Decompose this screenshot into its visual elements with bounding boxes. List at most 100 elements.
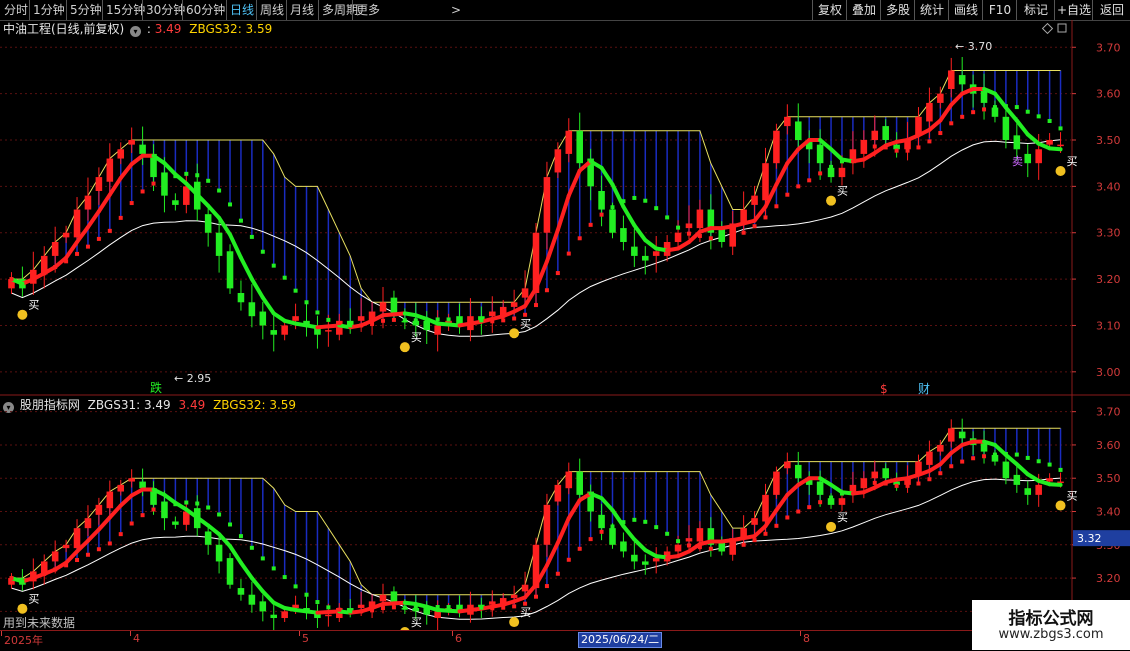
main-signal-dot bbox=[490, 319, 495, 324]
date-label-0: 2025年 bbox=[4, 634, 43, 647]
sub-signal-dot bbox=[927, 477, 932, 482]
main-signal-dot bbox=[905, 148, 910, 153]
main-axis-tick-label: 3.40 bbox=[1096, 180, 1121, 193]
main-signal-dot bbox=[938, 131, 943, 136]
main-signal-dot bbox=[818, 171, 823, 176]
sub-signal-dot bbox=[457, 605, 462, 610]
main-signal-dot bbox=[31, 277, 36, 282]
main-candle-body bbox=[609, 209, 616, 233]
main-signal-dot bbox=[468, 317, 473, 322]
main-signal-dot bbox=[96, 236, 101, 241]
main-signal-dot bbox=[260, 249, 265, 254]
sub-candle-body bbox=[937, 444, 944, 452]
main-ma5-segment bbox=[96, 192, 112, 214]
main-ma5-segment bbox=[260, 295, 276, 316]
main-candle-body bbox=[1024, 153, 1032, 164]
sub-signal-dot bbox=[850, 487, 855, 492]
main-signal-dot bbox=[446, 317, 451, 322]
sub-candle-body bbox=[652, 558, 660, 562]
sub-buy-marker: 买 bbox=[837, 511, 848, 524]
date-tick bbox=[800, 631, 801, 636]
main-coin-icon bbox=[826, 195, 837, 206]
main-candle-body bbox=[1013, 135, 1021, 150]
main-candle-body bbox=[62, 232, 70, 238]
main-signal-dot bbox=[151, 181, 156, 186]
main-signal-dot bbox=[949, 121, 954, 126]
main-candle-body bbox=[434, 325, 441, 335]
date-label-1: 4 bbox=[133, 632, 140, 645]
sub-candle-body bbox=[816, 481, 824, 495]
sub-signal-dot bbox=[271, 566, 276, 571]
sub-candle-body bbox=[226, 558, 234, 585]
main-signal-dot bbox=[9, 277, 14, 282]
sub-candle-body bbox=[357, 604, 365, 609]
sub-candle-body bbox=[642, 561, 649, 565]
sub-candle-body bbox=[106, 491, 114, 509]
sub-signal-dot bbox=[304, 592, 309, 597]
main-candle-body bbox=[642, 255, 649, 261]
sub-signal-dot bbox=[949, 464, 954, 469]
sub-signal-dot bbox=[839, 491, 844, 496]
future-data-note: 用到未来数据 bbox=[3, 616, 76, 630]
sub-candle-body bbox=[609, 528, 616, 545]
kline-chart[interactable]: 3.703.603.503.403.303.203.103.00买买买买买3.7… bbox=[0, 0, 1130, 650]
sub-signal-dot bbox=[741, 542, 746, 547]
sub-axis-tick-label: 3.20 bbox=[1096, 572, 1121, 585]
main-signal-dot bbox=[370, 322, 375, 327]
main-ma5-segment bbox=[938, 102, 954, 123]
main-candle-body bbox=[860, 140, 868, 154]
main-axis-tick-label: 3.10 bbox=[1096, 319, 1121, 332]
sub-signal-dot bbox=[42, 571, 47, 576]
main-signal-dot bbox=[228, 202, 233, 207]
main-candle-body bbox=[751, 195, 758, 205]
sub-candle-body bbox=[281, 611, 288, 619]
sub-axis-tick-label: 3.40 bbox=[1096, 506, 1121, 519]
main-ma5-segment bbox=[785, 147, 801, 166]
main-signal-dot bbox=[249, 234, 254, 239]
sub-candle-body bbox=[237, 588, 245, 595]
main-signal-dot bbox=[829, 164, 834, 169]
sub-candle-body bbox=[259, 601, 267, 612]
sub-signal-dot bbox=[85, 552, 90, 557]
sub-ma5-segment bbox=[949, 442, 965, 455]
main-candle-body bbox=[926, 102, 933, 122]
main-candle-body bbox=[1057, 144, 1064, 147]
sub-candle-body bbox=[139, 481, 146, 489]
main-signal-dot bbox=[424, 317, 429, 322]
main-candle-body bbox=[838, 167, 846, 178]
sub-signal-dot bbox=[370, 608, 375, 613]
main-signal-dot bbox=[162, 176, 167, 181]
main-ma5-segment bbox=[774, 161, 790, 187]
main-ma5-segment bbox=[1014, 118, 1030, 137]
sub-candle-body bbox=[95, 504, 103, 515]
sub-candle-body bbox=[215, 544, 223, 562]
main-signal-dot bbox=[282, 275, 287, 280]
main-signal-dot bbox=[118, 215, 123, 220]
sub-candle-body bbox=[762, 494, 769, 522]
main-candle-body bbox=[565, 130, 573, 154]
main-signal-dot bbox=[1036, 114, 1041, 119]
sub-signal-dot bbox=[697, 545, 702, 550]
main-signal-dot bbox=[391, 317, 396, 322]
sub-signal-dot bbox=[872, 480, 877, 485]
main-signal-dot bbox=[676, 225, 681, 230]
sub-signal-dot bbox=[468, 605, 473, 610]
main-signal-dot bbox=[1058, 126, 1063, 131]
main-candle-body bbox=[947, 70, 955, 89]
sub-ma5-segment bbox=[566, 498, 582, 521]
main-signal-dot bbox=[1003, 104, 1008, 109]
sub-axis-tick-label: 3.70 bbox=[1096, 406, 1121, 419]
main-ma5-segment bbox=[249, 277, 265, 300]
main-ma5-segment bbox=[599, 165, 615, 187]
sub-signal-dot bbox=[435, 605, 440, 610]
main-axis-tick-label: 3.20 bbox=[1096, 273, 1121, 286]
main-ma5-segment bbox=[555, 193, 571, 232]
main-signal-dot bbox=[763, 215, 768, 220]
main-signal-dot bbox=[785, 192, 790, 197]
sub-candle-body bbox=[543, 504, 551, 545]
main-signal-dot bbox=[588, 222, 593, 227]
sub-signal-dot bbox=[217, 512, 222, 517]
main-signal-dot bbox=[610, 205, 615, 210]
main-candle-body bbox=[510, 302, 518, 307]
sub-coin-icon bbox=[509, 617, 520, 628]
